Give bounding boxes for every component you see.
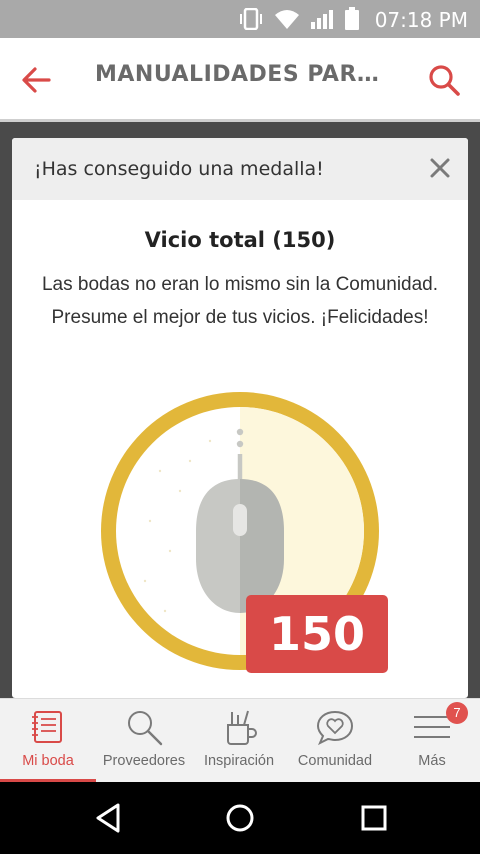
nav-item-comunidad[interactable]: Comunidad xyxy=(287,699,383,783)
system-home-button[interactable] xyxy=(222,800,258,836)
nav-label: Comunidad xyxy=(297,753,373,769)
page-title: MANUALIDADES PARA... xyxy=(95,62,395,87)
search-button[interactable] xyxy=(426,62,462,98)
signal-icon xyxy=(311,10,333,29)
back-button[interactable] xyxy=(18,62,54,98)
status-bar: 07:18 PM xyxy=(0,0,480,38)
vibrate-icon xyxy=(240,8,262,30)
medal-name: Vicio total (150) xyxy=(144,228,336,252)
wifi-icon xyxy=(275,10,299,29)
bottom-nav: Mi boda Proveedores Inspiración Comunida… xyxy=(0,698,480,783)
system-nav-bar xyxy=(0,782,480,854)
nav-item-mas[interactable]: 7 Más xyxy=(384,699,480,783)
nav-item-mi-boda[interactable]: Mi boda xyxy=(0,699,96,783)
nav-label: Más xyxy=(418,753,446,769)
recents-square-icon xyxy=(361,805,387,831)
nav-label: Mi boda xyxy=(22,753,74,769)
dialog-title: ¡Has conseguido una medalla! xyxy=(34,158,324,180)
nav-item-proveedores[interactable]: Proveedores xyxy=(96,699,192,783)
nav-label: Proveedores xyxy=(102,753,186,769)
notebook-icon xyxy=(32,711,62,743)
medal-count-badge: 150 xyxy=(246,595,388,673)
heart-chat-icon xyxy=(316,710,354,746)
nav-label: Inspiración xyxy=(203,753,275,769)
dialog-header: ¡Has conseguido una medalla! xyxy=(12,138,468,200)
status-icons xyxy=(238,7,360,31)
medal-dialog: ¡Has conseguido una medalla! Vicio total… xyxy=(12,138,468,698)
close-icon xyxy=(430,158,450,178)
close-button[interactable] xyxy=(426,154,454,182)
system-recents-button[interactable] xyxy=(356,800,392,836)
home-circle-icon xyxy=(226,804,254,832)
search-icon xyxy=(429,65,460,96)
system-back-button[interactable] xyxy=(90,800,126,836)
pencil-cup-icon xyxy=(227,710,257,745)
app-bar: MANUALIDADES PARA... xyxy=(0,38,480,122)
back-triangle-icon xyxy=(96,803,120,833)
battery-icon xyxy=(345,7,359,30)
status-time: 07:18 PM xyxy=(374,8,468,32)
nav-item-inspiracion[interactable]: Inspiración xyxy=(191,699,287,783)
medal-description: Las bodas no eran lo mismo sin la Comuni… xyxy=(41,274,439,328)
search-icon xyxy=(128,711,163,746)
arrow-left-icon xyxy=(22,67,51,93)
notification-badge: 7 xyxy=(446,702,468,724)
